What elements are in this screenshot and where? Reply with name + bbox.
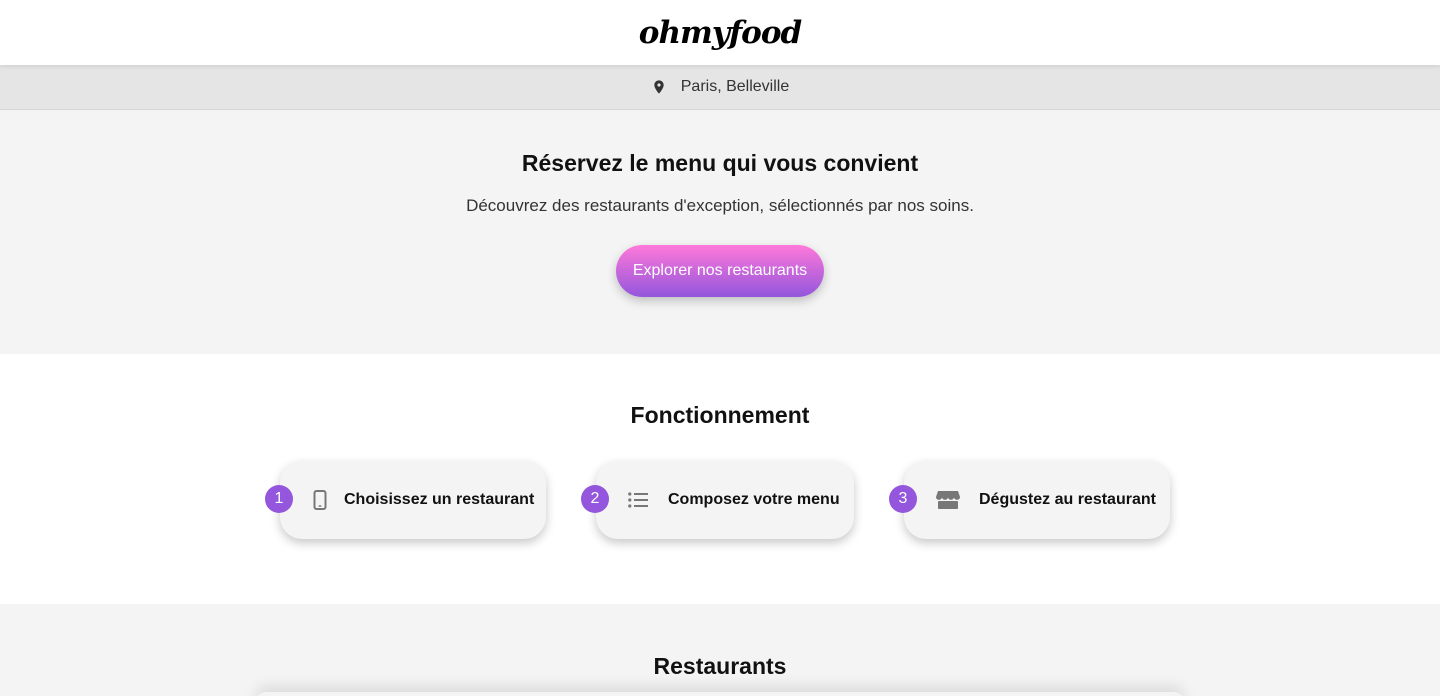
how-it-works-section: Fonctionnement 1 Choisissez un restauran… [0,354,1440,604]
steps-list: 1 Choisissez un restaurant 2 Composez vo… [0,461,1440,541]
step-number-1: 1 [265,485,293,513]
step-number-2: 2 [581,485,609,513]
hero-title: Réservez le menu qui vous convient [521,150,919,176]
location-text: Paris, Belleville [680,78,790,95]
restaurant-card-peek [256,692,1184,696]
step-card-3: 3 Dégustez au restaurant [889,461,1170,539]
hero-section: Réservez le menu qui vous convient Décou… [0,110,1440,354]
hero-subtitle: Découvrez des restaurants d'exception, s… [466,196,974,215]
step-card-1: 1 Choisissez un restaurant [265,461,546,539]
smartphone-icon [310,490,330,510]
explore-restaurants-button[interactable]: Explorer nos restaurants [616,245,824,297]
section-title-how: Fonctionnement [630,402,810,428]
step-number-3: 3 [889,485,917,513]
step-label-3: Dégustez au restaurant [979,491,1156,508]
section-title-restaurants: Restaurants [653,653,787,679]
logo[interactable]: ohmyfood [639,15,802,51]
map-pin-icon [654,80,664,94]
site-header: ohmyfood [0,0,1440,65]
step-label-1: Choisissez un restaurant [344,491,535,508]
location-bar: Paris, Belleville [0,65,1440,110]
list-icon [628,490,648,510]
store-icon [936,490,960,510]
restaurants-section: Restaurants [0,604,1440,696]
step-label-2: Composez votre menu [668,491,840,508]
step-card-2: 2 Composez votre menu [581,461,854,539]
